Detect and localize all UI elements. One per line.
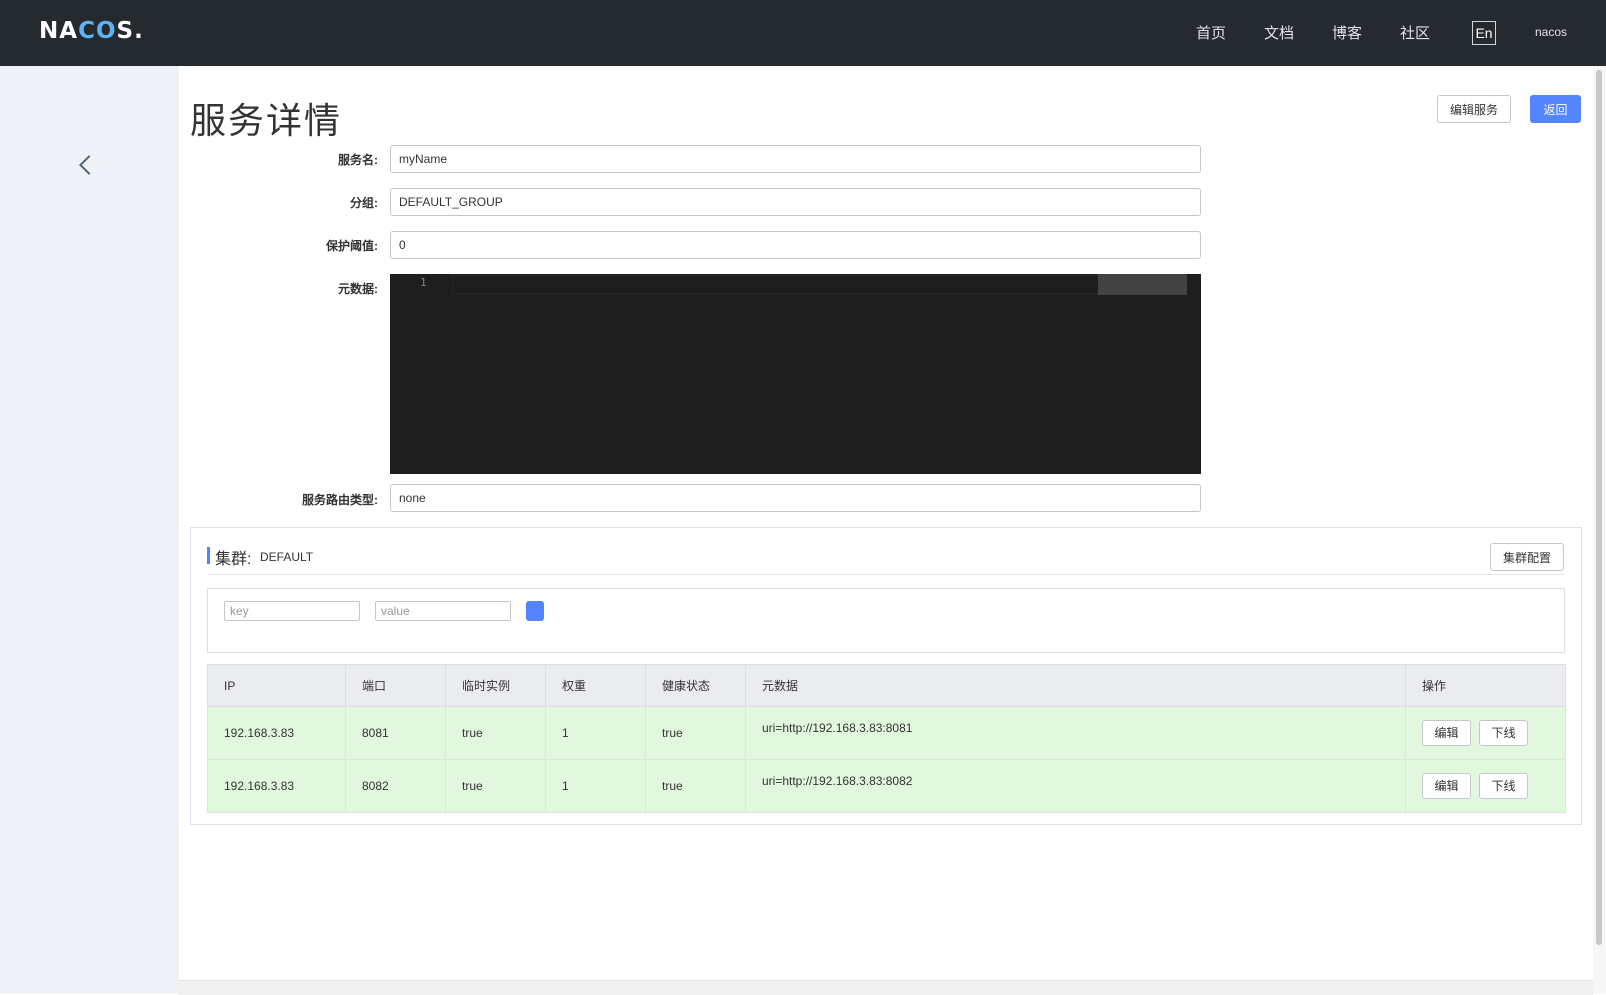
col-header-port: 端口 xyxy=(345,664,446,707)
editor-minimap[interactable] xyxy=(1098,274,1187,295)
group-field[interactable]: DEFAULT_GROUP xyxy=(390,188,1201,216)
cell-metadata: uri=http://192.168.3.83:8081 xyxy=(745,706,1406,760)
cell-health: true xyxy=(645,759,746,813)
group-label: 分组: xyxy=(350,196,378,210)
selector-type-label: 服务路由类型: xyxy=(302,493,378,507)
logo-text-right: S. xyxy=(116,18,144,44)
editor-current-line xyxy=(452,275,1104,294)
filter-add-button[interactable] xyxy=(526,601,544,621)
selector-type-field[interactable]: none xyxy=(390,484,1201,512)
cluster-config-button[interactable]: 集群配置 xyxy=(1490,543,1564,571)
edit-instance-button[interactable]: 编辑 xyxy=(1422,773,1471,799)
cell-port: 8082 xyxy=(345,759,446,813)
table-row: 192.168.3.83 8081 true 1 true uri=http:/… xyxy=(207,706,1566,760)
language-toggle-button[interactable]: En xyxy=(1472,21,1496,45)
service-name-field[interactable]: myName xyxy=(390,145,1201,173)
col-header-actions: 操作 xyxy=(1405,664,1566,707)
user-menu[interactable]: nacos xyxy=(1535,25,1567,39)
cell-ip: 192.168.3.83 xyxy=(207,759,346,813)
col-header-ephemeral: 临时实例 xyxy=(445,664,546,707)
cluster-label: 集群: xyxy=(215,551,252,568)
page-scrollbar[interactable] xyxy=(1593,66,1606,994)
cell-health: true xyxy=(645,706,746,760)
cell-ip: 192.168.3.83 xyxy=(207,706,346,760)
edit-instance-button[interactable]: 编辑 xyxy=(1422,720,1471,746)
top-nav-bar: NACOS. 首页 文档 博客 社区 En nacos xyxy=(0,0,1606,66)
cell-ephemeral: true xyxy=(445,759,546,813)
back-chevron-icon[interactable] xyxy=(79,155,99,175)
cell-ephemeral: true xyxy=(445,706,546,760)
nav-link-community[interactable]: 社区 xyxy=(1400,22,1430,43)
cell-weight: 1 xyxy=(545,706,646,760)
cell-metadata: uri=http://192.168.3.83:8082 xyxy=(745,759,1406,813)
scrollbar-thumb[interactable] xyxy=(1596,70,1602,945)
instance-table: IP 端口 临时实例 权重 健康状态 元数据 操作 192.168.3.83 8… xyxy=(207,664,1566,813)
threshold-label: 保护阈值: xyxy=(326,239,378,253)
metadata-label: 元数据: xyxy=(338,282,378,296)
back-button[interactable]: 返回 xyxy=(1530,95,1581,123)
horizontal-scrollbar[interactable] xyxy=(179,980,1593,995)
nav-link-blog[interactable]: 博客 xyxy=(1332,22,1362,43)
logo-text-mid: CO xyxy=(78,18,117,44)
filter-value-input[interactable]: value xyxy=(375,601,511,621)
cluster-name: DEFAULT xyxy=(260,550,314,564)
edit-service-button[interactable]: 编辑服务 xyxy=(1437,95,1511,123)
cell-weight: 1 xyxy=(545,759,646,813)
col-header-metadata: 元数据 xyxy=(745,664,1406,707)
cell-port: 8081 xyxy=(345,706,446,760)
metadata-code-editor[interactable]: 1 xyxy=(390,274,1201,474)
col-header-weight: 权重 xyxy=(545,664,646,707)
protect-threshold-field[interactable]: 0 xyxy=(390,231,1201,259)
offline-instance-button[interactable]: 下线 xyxy=(1479,720,1528,746)
cell-actions: 编辑 下线 xyxy=(1405,706,1566,760)
cluster-divider xyxy=(207,574,1565,575)
cell-actions: 编辑 下线 xyxy=(1405,759,1566,813)
cluster-accent-bar xyxy=(207,547,210,564)
nacos-logo[interactable]: NACOS. xyxy=(39,18,144,44)
service-name-label: 服务名: xyxy=(338,153,378,167)
nav-link-home[interactable]: 首页 xyxy=(1196,22,1226,43)
table-row: 192.168.3.83 8082 true 1 true uri=http:/… xyxy=(207,759,1566,813)
col-header-ip: IP xyxy=(207,664,346,707)
editor-line-number: 1 xyxy=(420,276,427,289)
filter-key-input[interactable]: key xyxy=(224,601,360,621)
page-title: 服务详情 xyxy=(190,101,343,142)
logo-text-left: NA xyxy=(39,18,79,44)
col-header-health: 健康状态 xyxy=(645,664,746,707)
table-header-row: IP 端口 临时实例 权重 健康状态 元数据 操作 xyxy=(207,664,1566,707)
nav-link-docs[interactable]: 文档 xyxy=(1264,22,1294,43)
offline-instance-button[interactable]: 下线 xyxy=(1479,773,1528,799)
sidebar xyxy=(0,66,179,994)
